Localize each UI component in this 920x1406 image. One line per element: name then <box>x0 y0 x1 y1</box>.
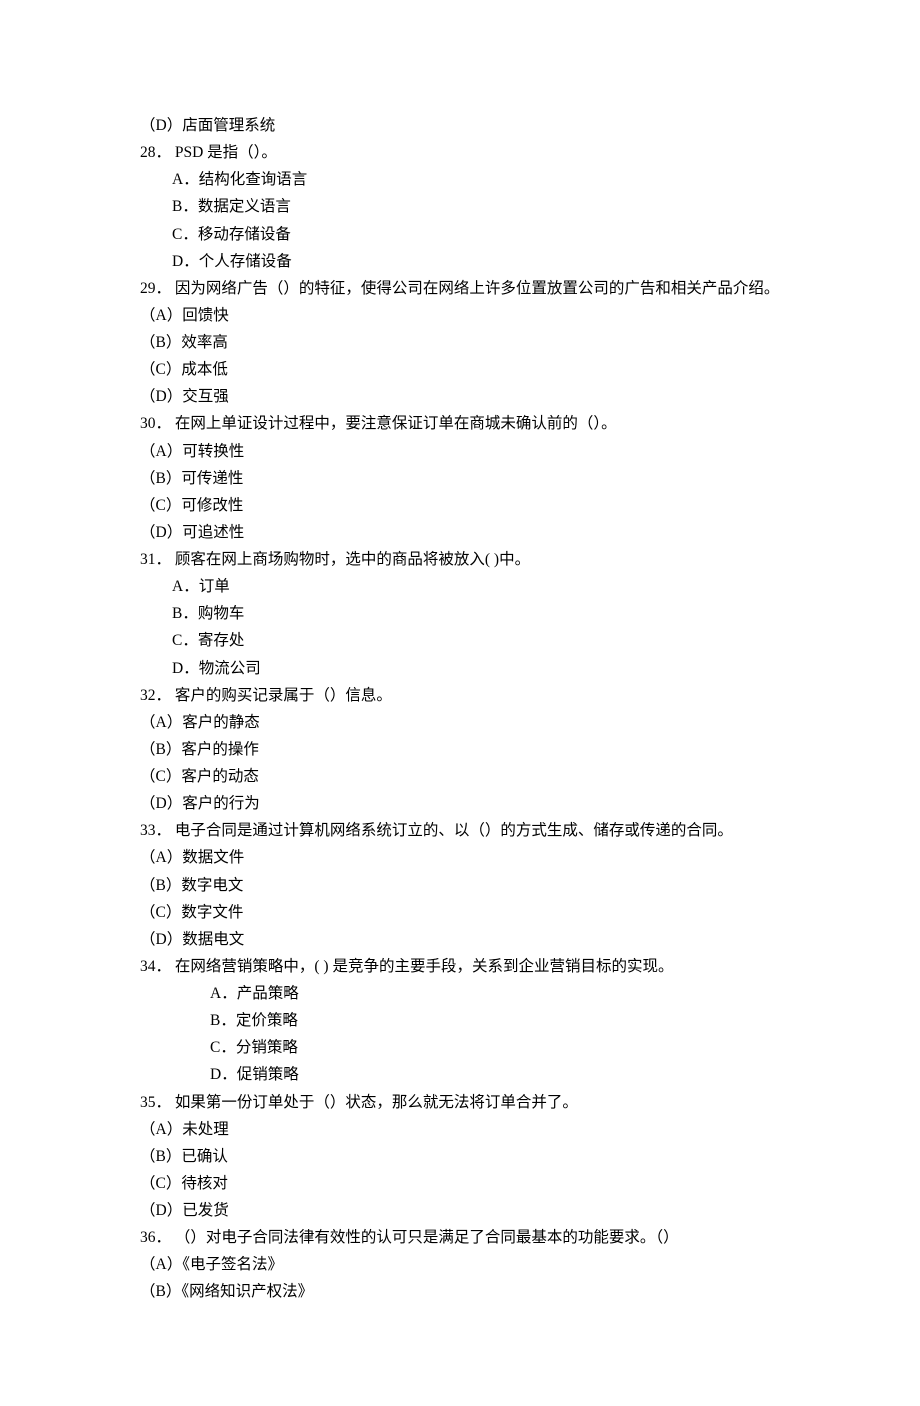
option-line: （A）回馈快 <box>140 302 780 329</box>
option-line: （C）数字文件 <box>140 899 780 926</box>
orphan-option-line: （D）店面管理系统 <box>140 112 780 139</box>
option-line: （D）可追述性 <box>140 519 780 546</box>
option-line: （A）数据文件 <box>140 844 780 871</box>
question-stem: 34． 在网络营销策略中，( ) 是竞争的主要手段，关系到企业营销目标的实现。 <box>140 953 780 980</box>
option-line: C．寄存处 <box>140 627 780 654</box>
option-line: （B）效率高 <box>140 329 780 356</box>
question-stem: 29． 因为网络广告（）的特征，使得公司在网络上许多位置放置公司的广告和相关产品… <box>140 275 780 302</box>
option-line: B．购物车 <box>140 600 780 627</box>
option-line: D．个人存储设备 <box>140 248 780 275</box>
option-line: （B）《网络知识产权法》 <box>140 1278 780 1305</box>
question-stem: 33． 电子合同是通过计算机网络系统订立的、以（）的方式生成、储存或传递的合同。 <box>140 817 780 844</box>
question-stem: 35． 如果第一份订单处于（）状态，那么就无法将订单合并了。 <box>140 1089 780 1116</box>
option-line: （B）可传递性 <box>140 465 780 492</box>
question-stem: 36． （）对电子合同法律有效性的认可只是满足了合同最基本的功能要求。（） <box>140 1224 780 1251</box>
option-line: A．结构化查询语言 <box>140 166 780 193</box>
question-stem: 30． 在网上单证设计过程中，要注意保证订单在商城未确认前的（）。 <box>140 410 780 437</box>
option-line: （B）已确认 <box>140 1143 780 1170</box>
option-line: （B）数字电文 <box>140 872 780 899</box>
option-line: C．移动存储设备 <box>140 221 780 248</box>
option-line: D．促销策略 <box>140 1061 780 1088</box>
question-stem: 31． 顾客在网上商场购物时，选中的商品将被放入( )中。 <box>140 546 780 573</box>
option-line: （C）客户的动态 <box>140 763 780 790</box>
option-line: A．产品策略 <box>140 980 780 1007</box>
option-line: A．订单 <box>140 573 780 600</box>
option-line: （B）客户的操作 <box>140 736 780 763</box>
question-stem: 28． PSD 是指（）。 <box>140 139 780 166</box>
option-line: （C）成本低 <box>140 356 780 383</box>
option-line: （C）待核对 <box>140 1170 780 1197</box>
option-line: B．定价策略 <box>140 1007 780 1034</box>
option-line: C．分销策略 <box>140 1034 780 1061</box>
option-line: （A）客户的静态 <box>140 709 780 736</box>
option-line: D．物流公司 <box>140 655 780 682</box>
option-line: （C）可修改性 <box>140 492 780 519</box>
option-line: （D）已发货 <box>140 1197 780 1224</box>
document-page: （D）店面管理系统 28． PSD 是指（）。A．结构化查询语言B．数据定义语言… <box>0 0 920 1406</box>
option-line: （A）《电子签名法》 <box>140 1251 780 1278</box>
questions-container: 28． PSD 是指（）。A．结构化查询语言B．数据定义语言C．移动存储设备D．… <box>140 139 780 1305</box>
option-line: （A）可转换性 <box>140 438 780 465</box>
option-line: （D）客户的行为 <box>140 790 780 817</box>
option-line: （D）数据电文 <box>140 926 780 953</box>
question-stem: 32． 客户的购买记录属于（）信息。 <box>140 682 780 709</box>
option-line: （D）交互强 <box>140 383 780 410</box>
option-line: B．数据定义语言 <box>140 193 780 220</box>
option-line: （A）未处理 <box>140 1116 780 1143</box>
